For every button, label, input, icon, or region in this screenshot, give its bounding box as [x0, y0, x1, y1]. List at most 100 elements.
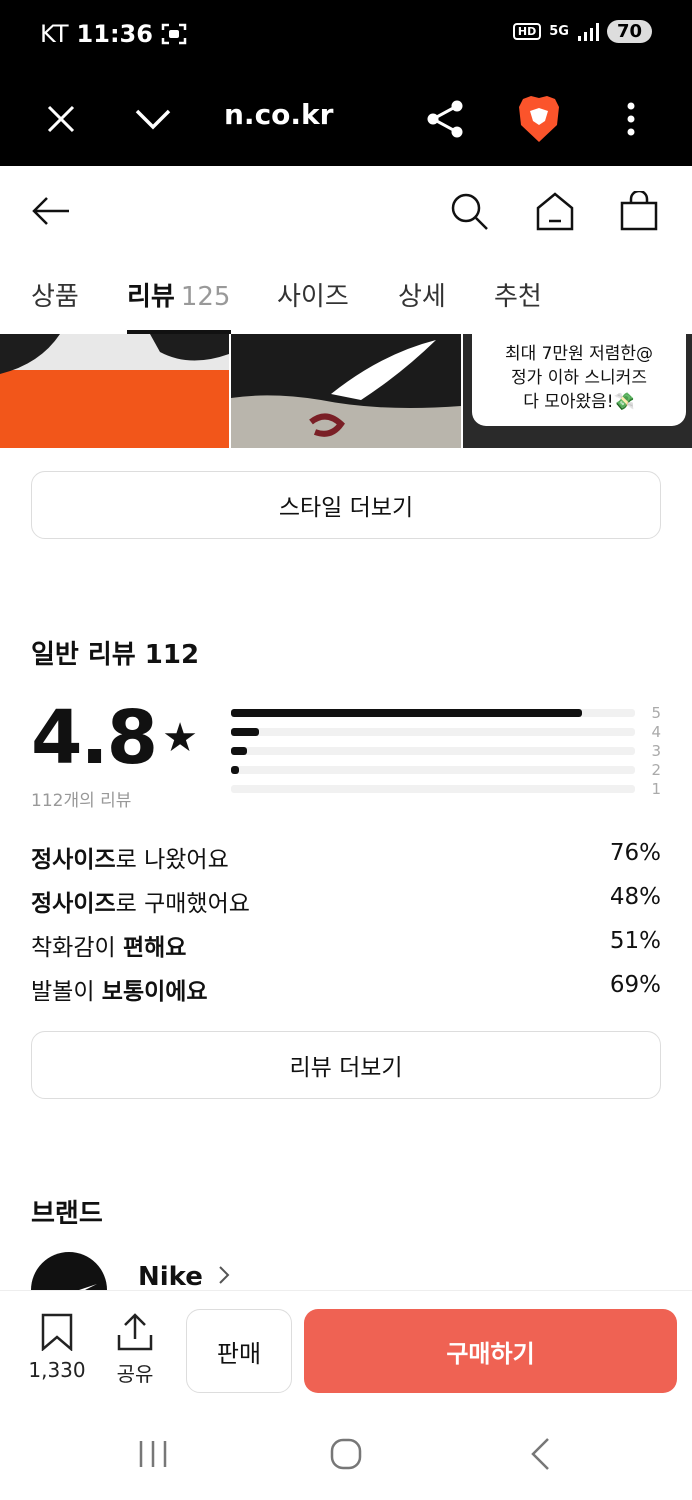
rating-bar-fill — [231, 709, 583, 717]
home-icon[interactable] — [530, 186, 580, 236]
rating-value: 4.8 — [31, 695, 158, 781]
back-button-icon[interactable] — [518, 1434, 562, 1474]
rating-bar-track — [231, 709, 635, 717]
back-arrow-icon[interactable] — [26, 186, 76, 236]
stat-highlight: 정사이즈 — [31, 847, 116, 873]
stat-value: 48% — [609, 884, 661, 910]
review-count-text: 112개의 리뷰 — [31, 791, 132, 811]
rating-bar-row: 2 — [231, 761, 661, 779]
search-icon[interactable] — [444, 186, 494, 236]
stat-highlight: 편해요 — [122, 935, 187, 961]
style-photo-1[interactable] — [0, 334, 229, 448]
system-navigation-bar — [0, 1408, 692, 1500]
promo-text: 최대 7만원 저렴한@ — [504, 344, 654, 364]
bookmark-icon — [41, 1313, 73, 1352]
signal-icon — [577, 22, 599, 41]
share-label: 공유 — [116, 1362, 154, 1386]
rating-bar-track — [231, 766, 635, 774]
comfort-stat: 착화감이 편해요 51% — [31, 928, 661, 962]
stat-text: 정사이즈로 나왔어요 — [31, 840, 229, 874]
tab-label: 상품 — [31, 282, 79, 312]
screenshot-icon — [161, 23, 187, 45]
width-stat: 발볼이 보통이에요 69% — [31, 972, 661, 1006]
share-button[interactable]: 공유 — [100, 1313, 170, 1387]
home-button-icon[interactable] — [324, 1434, 368, 1474]
stat-value: 51% — [609, 928, 661, 954]
rating-bar-label: 4 — [651, 723, 661, 741]
tab-count: 125 — [180, 282, 231, 312]
share-icon[interactable] — [420, 94, 470, 144]
url-bar[interactable]: n.co.kr — [224, 98, 333, 131]
stat-highlight: 보통이에요 — [101, 979, 208, 1005]
wishlist-count: 1,330 — [28, 1358, 86, 1382]
status-right: HD 5G 70 — [512, 20, 652, 43]
rating-bar-label: 5 — [651, 704, 661, 722]
brand-link[interactable]: Nike — [138, 1262, 230, 1292]
rating-bar-label: 3 — [651, 742, 661, 760]
style-photo-strip: 최대 7만원 저렴한@ 정가 이하 스니커즈 다 모아왔음!💸 — [0, 334, 692, 448]
reviews-more-button[interactable]: 리뷰 더보기 — [31, 1031, 661, 1099]
rating-bar-fill — [231, 728, 260, 736]
tab-label: 사이즈 — [277, 282, 349, 312]
purchase-action-bar: 1,330 공유 판매 구매하기 — [0, 1290, 692, 1408]
stat-value: 76% — [609, 840, 661, 866]
battery-indicator: 70 — [606, 20, 652, 43]
buy-button[interactable]: 구매하기 — [304, 1309, 677, 1393]
tab-recommend[interactable]: 추천 — [494, 276, 542, 313]
promo-text: 다 모아왔음!💸 — [523, 392, 635, 412]
status-left: KT 11:36 — [40, 20, 187, 48]
rating-bar-fill — [231, 766, 240, 774]
rating-bar-label: 2 — [651, 761, 661, 779]
rating-bar-row: 5 — [231, 704, 661, 722]
product-tabs: 상품 리뷰 125 사이즈 상세 추천 — [0, 256, 692, 334]
size-purchased-stat: 정사이즈로 구매했어요 48% — [31, 884, 661, 918]
tab-label: 리뷰 — [127, 282, 175, 312]
network-type: 5G — [549, 24, 569, 39]
rating-bar-row: 4 — [231, 723, 661, 741]
carrier: KT — [40, 20, 69, 48]
star-icon: ★ — [162, 715, 198, 761]
rating-bar-row: 3 — [231, 742, 661, 760]
stat-rest: 로 구매했어요 — [115, 891, 250, 917]
stat-text: 정사이즈로 구매했어요 — [31, 884, 250, 918]
more-menu-icon[interactable] — [606, 94, 656, 144]
rating-bar-fill — [231, 747, 248, 755]
recent-apps-icon[interactable] — [131, 1434, 175, 1474]
promo-banner[interactable]: 최대 7만원 저렴한@ 정가 이하 스니커즈 다 모아왔음!💸 — [472, 334, 686, 426]
stat-text: 발볼이 보통이에요 — [31, 972, 208, 1006]
chevron-down-icon[interactable] — [128, 94, 178, 144]
promo-text: 정가 이하 스니커즈 — [511, 368, 647, 388]
hd-badge: HD — [512, 23, 542, 40]
stat-value: 69% — [609, 972, 661, 998]
tab-label: 상세 — [398, 282, 446, 312]
stat-prefix: 착화감이 — [31, 935, 123, 961]
upload-share-icon — [117, 1313, 153, 1351]
tab-reviews[interactable]: 리뷰 125 — [127, 276, 230, 313]
chevron-right-icon — [219, 1266, 230, 1284]
size-fit-stat: 정사이즈로 나왔어요 76% — [31, 840, 661, 874]
close-icon[interactable] — [36, 94, 86, 144]
style-photo-2[interactable] — [231, 334, 461, 448]
tab-product[interactable]: 상품 — [31, 276, 79, 313]
brave-shield-icon[interactable] — [514, 94, 564, 144]
tab-detail[interactable]: 상세 — [398, 276, 446, 313]
wishlist-button[interactable]: 1,330 — [22, 1313, 92, 1382]
style-more-button[interactable]: 스타일 더보기 — [31, 471, 661, 539]
tab-label: 추천 — [494, 282, 542, 312]
average-rating: 4.8 ★ — [31, 695, 198, 781]
brand-name: Nike — [138, 1262, 203, 1292]
brand-section-title: 브랜드 — [31, 1199, 103, 1229]
sell-button[interactable]: 판매 — [186, 1309, 292, 1393]
rating-distribution: 5 4 3 2 1 — [231, 704, 661, 800]
stat-rest: 로 나왔어요 — [115, 847, 229, 873]
tab-size[interactable]: 사이즈 — [277, 276, 349, 313]
shopping-bag-icon[interactable] — [614, 186, 664, 236]
browser-toolbar: n.co.kr — [0, 72, 692, 166]
app-header — [0, 166, 692, 256]
stat-highlight: 정사이즈 — [31, 891, 116, 917]
clock: 11:36 — [76, 20, 153, 48]
rating-bar-track — [231, 747, 635, 755]
rating-bar-track — [231, 785, 635, 793]
status-bar: KT 11:36 HD 5G 70 — [0, 0, 692, 72]
stat-text: 착화감이 편해요 — [31, 928, 186, 962]
